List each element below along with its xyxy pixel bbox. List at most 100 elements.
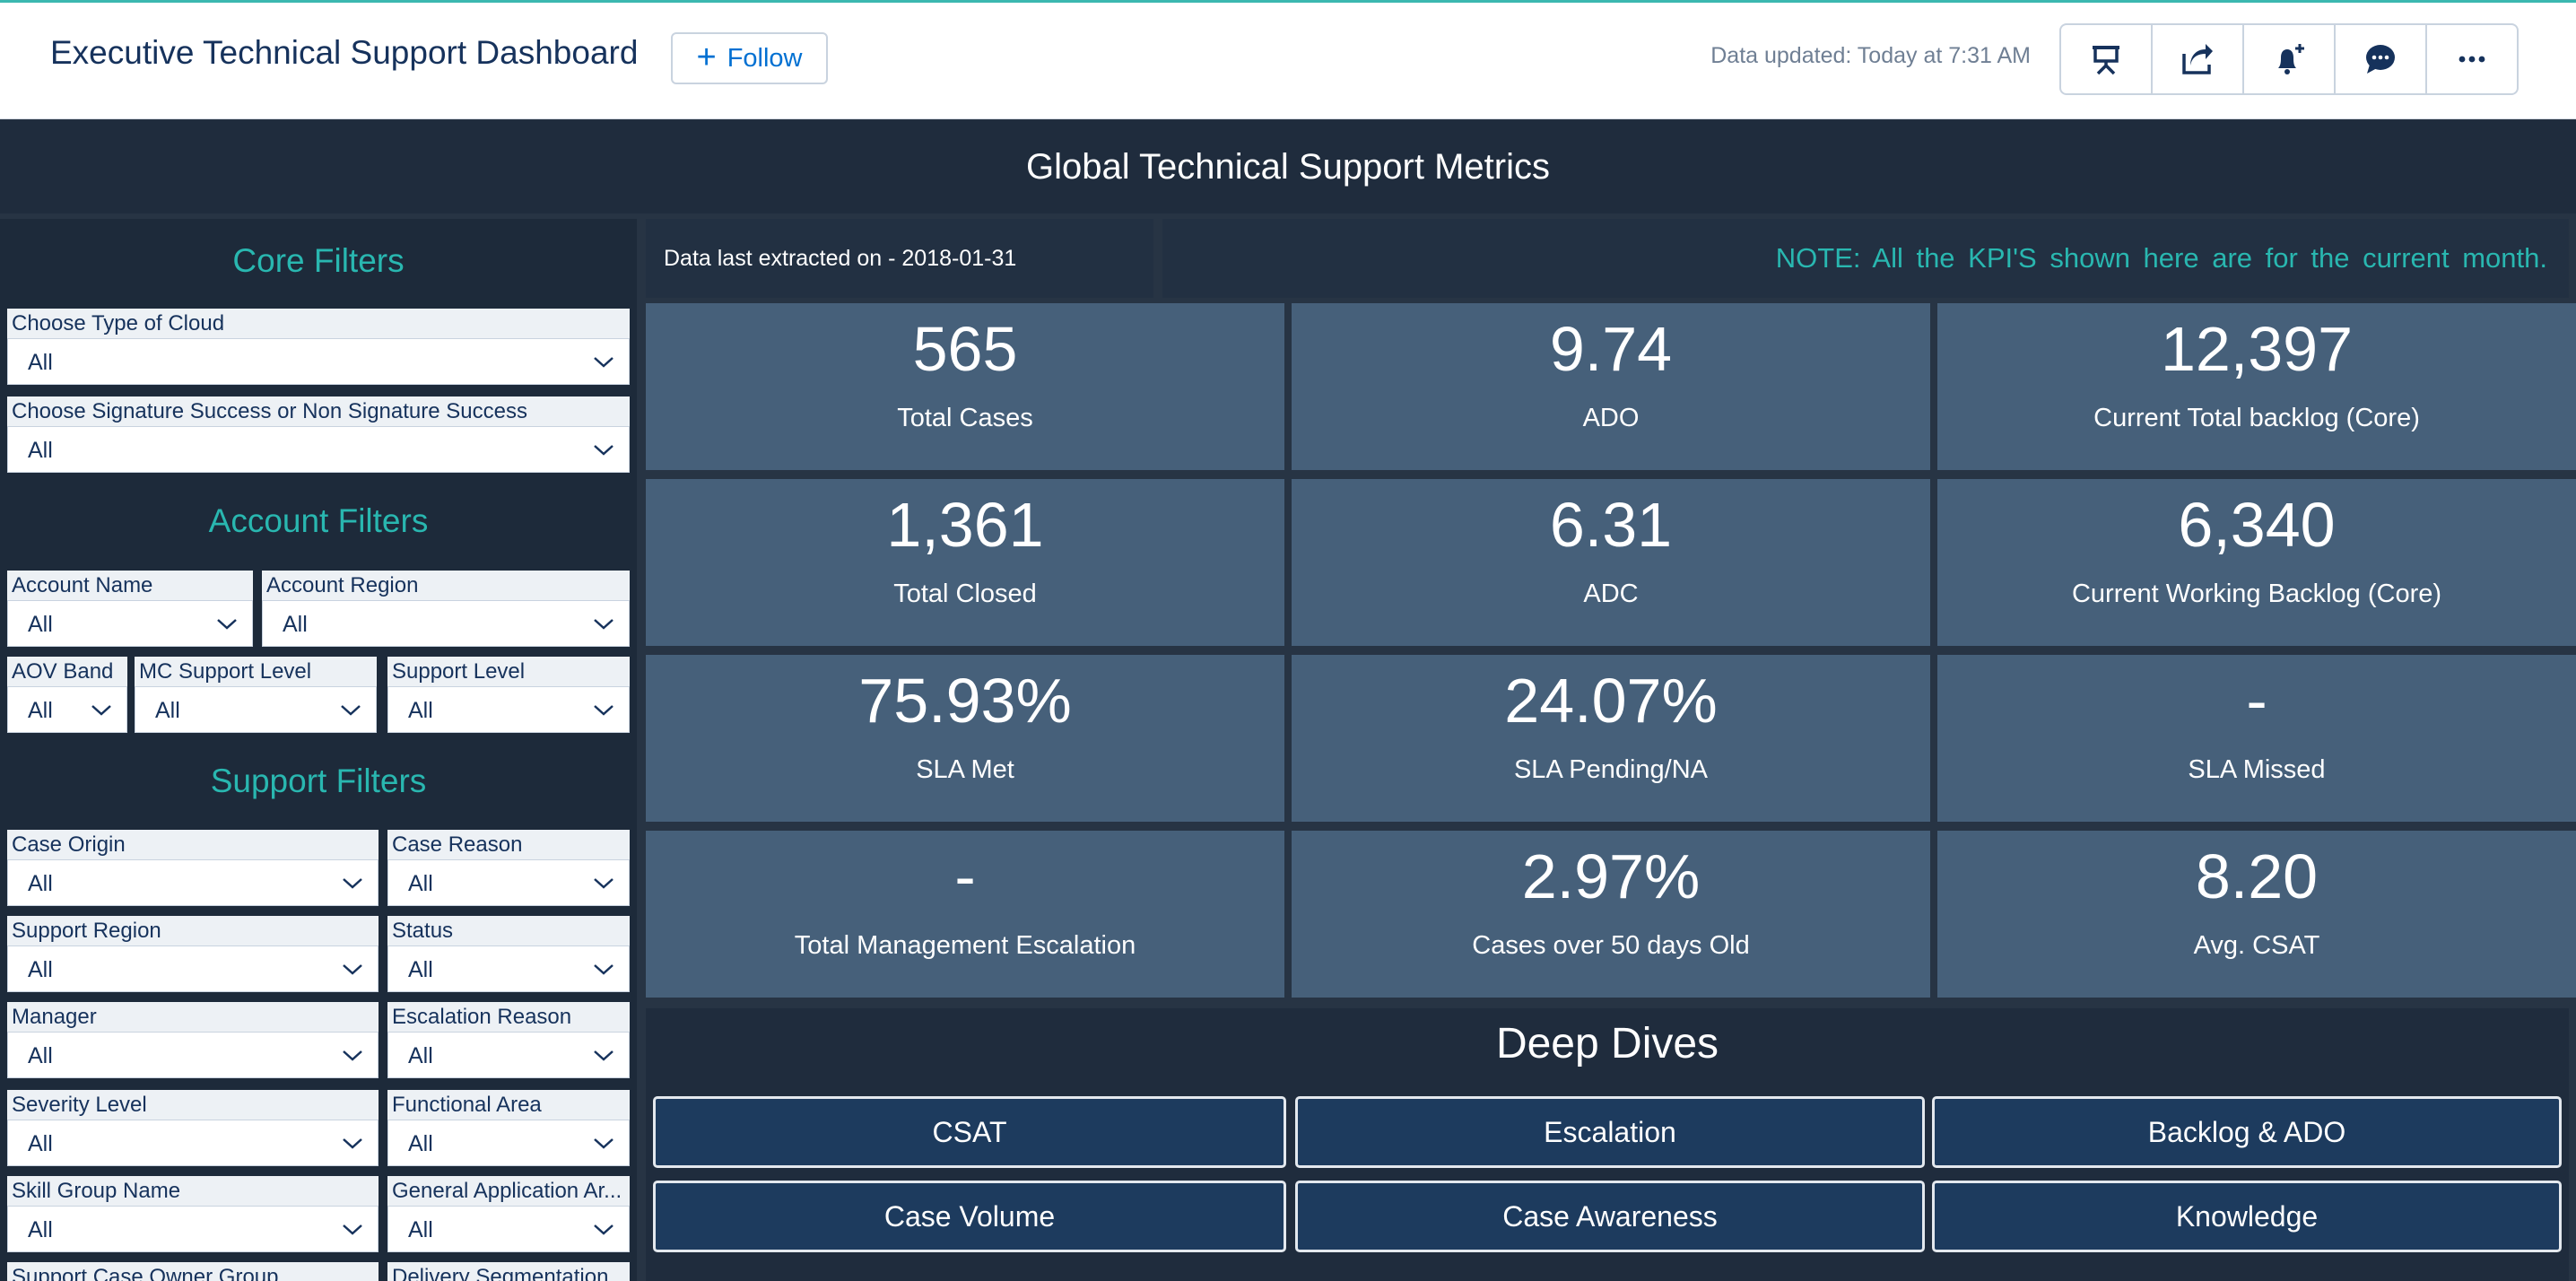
case-reason-select[interactable]: All [387,859,630,906]
dashboard-title: Executive Technical Support Dashboard [50,34,639,71]
kpi-value: 6,340 [2178,490,2336,560]
skill-group-label: Skill Group Name [7,1176,379,1206]
kpi-value: 1,361 [886,490,1044,560]
escalation-reason-select[interactable]: All [387,1032,630,1078]
account-name-select[interactable]: All [7,600,253,647]
support-region-select[interactable]: All [7,946,379,992]
kpi-label: ADC [1583,580,1639,608]
kpi-label: Total Cases [897,404,1033,432]
case-awareness-deep-dive-button[interactable]: Case Awareness [1295,1181,1925,1252]
chevron-down-icon [216,601,238,648]
case-volume-deep-dive-button[interactable]: Case Volume [653,1181,1286,1252]
mc-support-level-value: All [155,698,180,723]
kpi-tile: 24.07% SLA Pending/NA [1292,655,1930,822]
functional-area-value: All [408,1131,433,1156]
case-reason-value: All [408,871,433,896]
kpi-label: SLA Pending/NA [1513,755,1709,784]
chevron-down-icon [91,687,112,734]
severity-level-select[interactable]: All [7,1120,379,1166]
mc-support-level-select[interactable]: All [135,686,377,733]
manager-label: Manager [7,1002,379,1032]
comment-button[interactable] [2336,25,2427,93]
kpi-tile: 12,397 Current Total backlog (Core) [1937,303,2576,470]
kpi-label: ADO [1582,404,1640,432]
chevron-down-icon [593,687,614,734]
presentation-icon [2093,46,2119,75]
follow-button[interactable]: + Follow [671,32,828,84]
signature-filter-select[interactable]: All [7,426,630,473]
case-origin-select[interactable]: All [7,859,379,906]
kpi-label: Total Closed [893,580,1037,608]
kpi-value: - [954,841,976,911]
notification-add-icon [2278,44,2304,74]
signature-filter-label: Choose Signature Success or Non Signatur… [7,396,630,426]
kpi-tile: 565 Total Cases [646,303,1284,470]
chevron-down-icon [342,1207,363,1253]
backlog-ado-deep-dive-button[interactable]: Backlog & ADO [1932,1096,2562,1168]
severity-level-value: All [28,1131,53,1156]
kpi-value: 565 [912,314,1018,384]
aov-band-label: AOV Band [7,657,127,686]
kpi-label: Current Working Backlog (Core) [2071,580,2442,608]
skill-group-select[interactable]: All [7,1206,379,1252]
plus-icon: + [696,38,717,76]
account-name-value: All [28,612,53,637]
escalation-deep-dive-button[interactable]: Escalation [1295,1096,1925,1168]
chevron-down-icon [593,1207,614,1253]
kpi-tile: - SLA Missed [1937,655,2576,822]
share-button[interactable] [2153,25,2244,93]
kpi-value: - [2246,666,2267,736]
knowledge-deep-dive-button[interactable]: Knowledge [1932,1181,2562,1252]
cloud-filter-value: All [28,350,53,375]
kpi-label: Avg. CSAT [2193,931,2320,960]
data-extracted-text: Data last extracted on - 2018-01-31 [646,219,1153,298]
subscribe-button[interactable] [2244,25,2336,93]
owner-group-label: Support Case Owner Group [7,1262,379,1281]
kpi-tile: - Total Management Escalation [646,831,1284,998]
presentation-button[interactable] [2061,25,2153,93]
signature-filter-value: All [28,438,53,463]
chevron-down-icon [342,1120,363,1167]
status-value: All [408,957,433,982]
account-region-select[interactable]: All [262,600,630,647]
functional-area-label: Functional Area [387,1090,630,1120]
share-icon [2182,44,2213,74]
follow-label: Follow [727,43,803,73]
status-select[interactable]: All [387,946,630,992]
manager-value: All [28,1043,53,1068]
cloud-filter-select[interactable]: All [7,338,630,385]
escalation-reason-label: Escalation Reason [387,1002,630,1032]
functional-area-select[interactable]: All [387,1120,630,1166]
chevron-down-icon [340,687,361,734]
kpi-label: Cases over 50 days Old [1472,931,1750,960]
support-filters-heading: Support Filters [210,762,427,799]
aov-band-select[interactable]: All [7,686,127,733]
chevron-down-icon [342,1033,363,1079]
support-level-select[interactable]: All [387,686,630,733]
more-actions-button[interactable] [2427,25,2517,93]
chevron-down-icon [593,339,614,386]
chevron-down-icon [342,946,363,993]
kpi-value: 9.74 [1549,314,1673,384]
chevron-down-icon [342,860,363,907]
support-level-label: Support Level [387,657,630,686]
general-app-area-select[interactable]: All [387,1206,630,1252]
data-updated-text: Data updated: Today at 7:31 AM [1710,43,2031,68]
cloud-filter-label: Choose Type of Cloud [7,309,630,338]
header-action-group [2059,23,2519,95]
comment-icon [2366,45,2395,74]
more-icon [2459,56,2485,63]
filter-panel: Core Filters Choose Type of Cloud All Ch… [0,219,637,1281]
escalation-reason-value: All [408,1043,433,1068]
chevron-down-icon [593,946,614,993]
manager-select[interactable]: All [7,1032,379,1078]
kpi-label: Current Total backlog (Core) [2093,404,2420,432]
chevron-down-icon [593,601,614,648]
kpi-tile: 75.93% SLA Met [646,655,1284,822]
kpi-note-text: NOTE: All the KPI'S shown here are for t… [1162,219,2569,298]
csat-deep-dive-button[interactable]: CSAT [653,1096,1286,1168]
chevron-down-icon [593,1033,614,1079]
account-region-value: All [283,612,308,637]
case-origin-value: All [28,871,53,896]
chevron-down-icon [593,860,614,907]
